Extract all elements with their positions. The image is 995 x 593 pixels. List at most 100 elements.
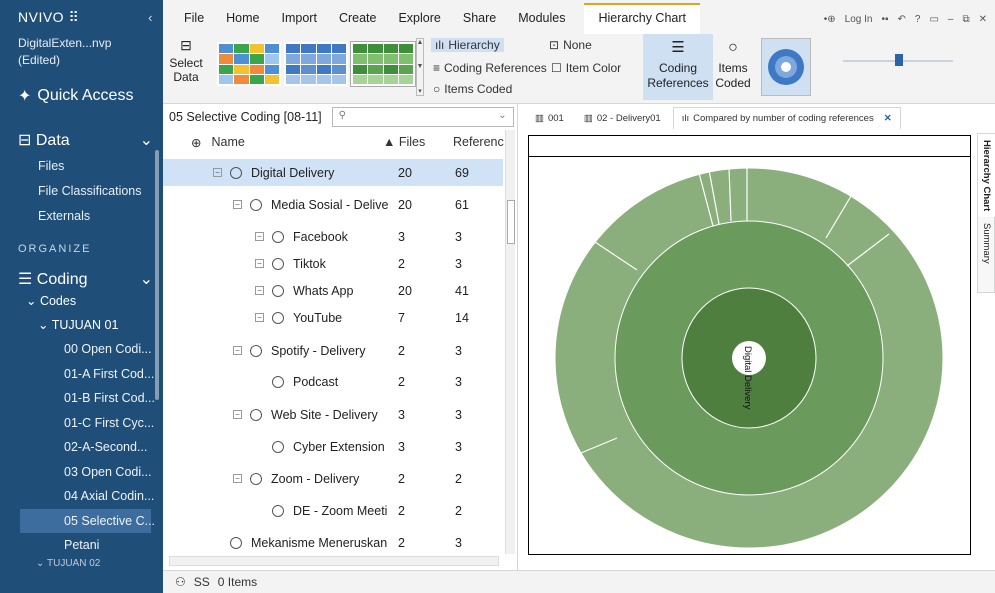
node-row[interactable]: Podcast 2 3 xyxy=(163,368,503,395)
tab-home[interactable]: Home xyxy=(215,11,270,34)
node-circle-icon xyxy=(272,311,284,324)
ribbon-tools: ⊟ Select Data ▲ ▼ ▾ ılı Hierarchy ≡ Codi… xyxy=(163,34,995,102)
horizontal-scrollbar[interactable] xyxy=(169,556,499,566)
node-row[interactable]: − Whats App 20 41 xyxy=(163,277,503,304)
tab-compared[interactable]: ılı Compared by number of coding referenc… xyxy=(672,107,901,129)
node-pane-header: 05 Selective Coding [08-11] ⚲ ⌄ xyxy=(163,104,517,130)
none-option[interactable]: ⊡ None xyxy=(549,38,592,52)
sidebar-node[interactable]: 01-B First Cod... xyxy=(0,386,163,411)
node-row[interactable]: DE - Zoom Meeti 2 2 xyxy=(163,497,503,524)
node-row[interactable]: Cyber Extension 3 3 xyxy=(163,433,503,460)
node-row[interactable]: − Web Site - Delivery 3 3 xyxy=(163,401,503,428)
maximize-icon[interactable]: ⧉ xyxy=(962,14,969,25)
hierarchy-icon: ılı xyxy=(435,38,445,52)
node-row[interactable]: − Media Sosial - Delive 20 61 xyxy=(163,191,503,218)
tab-file[interactable]: File xyxy=(173,11,215,34)
node-name: Digital Delivery xyxy=(251,165,335,180)
sidebar-node[interactable]: 02-A-Second... xyxy=(0,435,163,460)
restore-icon[interactable]: ▭ xyxy=(929,14,938,25)
search-input[interactable]: ⚲ ⌄ xyxy=(331,107,514,127)
expand-collapse-icon[interactable]: − xyxy=(255,259,264,268)
coding-references-button[interactable]: ☰ Coding References xyxy=(643,34,713,100)
node-row[interactable]: − Facebook 3 3 xyxy=(163,223,503,250)
side-tab-summary[interactable]: Summary xyxy=(978,217,995,270)
node-row[interactable]: − Tiktok 2 3 xyxy=(163,250,503,277)
expand-collapse-icon[interactable]: − xyxy=(255,232,264,241)
palette-style-2[interactable] xyxy=(284,42,348,86)
name-column-header[interactable]: Name xyxy=(211,135,244,149)
node-row[interactable]: Mekanisme Meneruskan 2 3 xyxy=(163,529,503,556)
add-column-icon[interactable]: ⊕ xyxy=(191,135,201,150)
hierarchy-option[interactable]: ılı Hierarchy xyxy=(431,38,504,52)
tab-share[interactable]: Share xyxy=(452,11,507,34)
sidebar-scrollbar[interactable] xyxy=(155,150,159,400)
vertical-scrollbar[interactable] xyxy=(505,130,515,554)
sidebar-item-tujuan[interactable]: ⌄ TUJUAN 01 xyxy=(0,313,163,337)
tab-delivery01[interactable]: ▥ 02 - Delivery01 xyxy=(576,107,669,129)
sidebar-item-externals[interactable]: Externals xyxy=(0,204,163,229)
expand-collapse-icon[interactable]: − xyxy=(255,313,264,322)
coding-references-option[interactable]: ≡ Coding References xyxy=(433,61,547,75)
zoom-slider[interactable] xyxy=(843,54,953,66)
expand-collapse-icon[interactable]: − xyxy=(213,168,222,177)
zoom-slider-thumb[interactable] xyxy=(895,54,903,66)
item-color-option[interactable]: ☐ Item Color xyxy=(551,61,621,75)
expand-collapse-icon[interactable]: − xyxy=(233,410,242,419)
undo-icon[interactable]: ↶ xyxy=(898,14,906,25)
palette-style-3[interactable] xyxy=(350,41,416,87)
select-data-button[interactable]: ⊟ Select Data xyxy=(169,38,203,84)
tab-import[interactable]: Import xyxy=(271,11,328,34)
side-tab-hierarchy-chart[interactable]: Hierarchy Chart xyxy=(978,134,995,218)
tab-modules[interactable]: Modules xyxy=(507,11,576,34)
sidebar-node[interactable]: 00 Open Codi... xyxy=(0,337,163,362)
palette-style-1[interactable] xyxy=(217,42,281,86)
coding-section[interactable]: ☰ Coding ⌄ xyxy=(0,269,163,289)
items-coded-button[interactable]: ○ Items Coded xyxy=(713,34,753,100)
sidebar-node[interactable]: Petani xyxy=(0,533,163,558)
expand-collapse-icon[interactable]: − xyxy=(233,200,242,209)
node-row[interactable]: − YouTube 7 14 xyxy=(163,304,503,331)
expand-collapse-icon[interactable]: − xyxy=(233,346,242,355)
tab-explore[interactable]: Explore xyxy=(387,11,451,34)
node-references: 3 xyxy=(455,256,462,271)
chart-style-gallery[interactable] xyxy=(761,38,811,96)
node-circle-icon xyxy=(230,536,242,549)
collapse-sidebar-icon[interactable]: ‹ xyxy=(148,10,153,25)
tab-001[interactable]: ▥ 001 xyxy=(527,107,572,129)
references-column-header[interactable]: Referenc xyxy=(453,135,504,149)
lines-icon: ≡ xyxy=(433,61,441,75)
scroll-thumb[interactable] xyxy=(507,200,515,244)
quick-access[interactable]: ✦ Quick Access xyxy=(0,86,163,106)
expand-collapse-icon[interactable]: − xyxy=(255,286,264,295)
node-name: Spotify - Delivery xyxy=(271,343,366,358)
minimize-icon[interactable]: – xyxy=(948,14,954,25)
sidebar-node[interactable]: 01-C First Cyc... xyxy=(0,411,163,436)
node-row[interactable]: − Digital Delivery 20 69 xyxy=(163,159,503,186)
expand-collapse-icon[interactable]: − xyxy=(233,474,242,483)
tab-create[interactable]: Create xyxy=(328,11,388,34)
node-circle-icon xyxy=(250,344,262,357)
sidebar-item-file-classifications[interactable]: File Classifications xyxy=(0,179,163,204)
sidebar-item-next[interactable]: ⌄ TUJUAN 02 xyxy=(0,558,163,570)
node-row[interactable]: − Spotify - Delivery 2 3 xyxy=(163,337,503,364)
tab-hierarchy-chart[interactable]: Hierarchy Chart xyxy=(584,3,700,34)
files-column-header[interactable]: ▲ Files xyxy=(383,135,425,149)
sidebar-node[interactable]: 03 Open Codi... xyxy=(0,460,163,485)
help-circle-icon[interactable]: •⊕ xyxy=(824,14,836,25)
app-brand: NVIVO ⠿ ‹ xyxy=(0,0,163,34)
login-link[interactable]: Log In xyxy=(845,14,873,25)
sidebar-node-selected[interactable]: 05 Selective C... xyxy=(20,508,155,533)
sidebar-node[interactable]: 01-A First Cod... xyxy=(0,362,163,387)
node-row[interactable]: − Zoom - Delivery 2 2 xyxy=(163,465,503,492)
close-tab-icon[interactable]: ✕ xyxy=(884,113,892,124)
chart-pane: ▥ 001 ▥ 02 - Delivery01 ılı Compared by num… xyxy=(519,104,995,570)
items-coded-option[interactable]: ○ Items Coded xyxy=(433,82,512,96)
save-icon[interactable]: •▪ xyxy=(881,14,888,25)
gallery-scroll[interactable]: ▲ ▼ ▾ xyxy=(416,38,424,96)
sidebar-item-codes[interactable]: ⌄ Codes xyxy=(0,289,163,313)
sidebar-item-files[interactable]: Files xyxy=(0,154,163,179)
close-icon[interactable]: ✕ xyxy=(979,14,987,25)
sidebar-node[interactable]: 04 Axial Codin... xyxy=(0,484,163,509)
help-icon[interactable]: ? xyxy=(915,14,921,25)
data-section[interactable]: ⊟ Data ⌄ xyxy=(0,130,163,150)
